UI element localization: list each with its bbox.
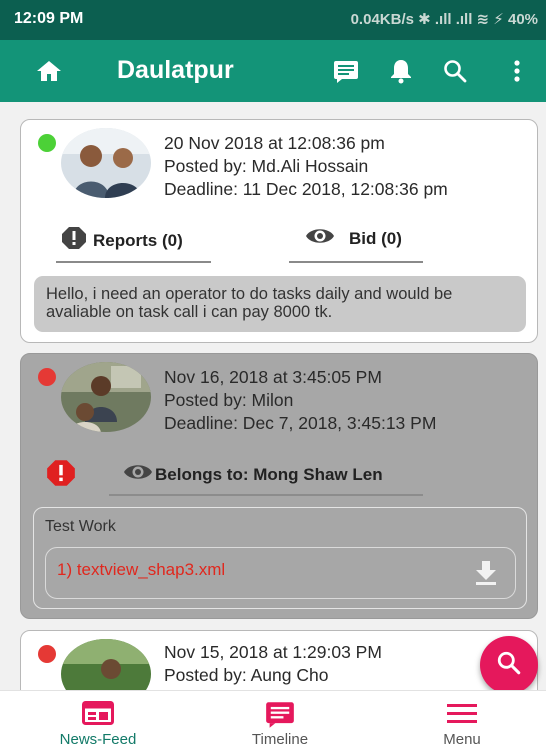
bottom-nav: News-Feed Timeline Menu [0, 690, 546, 751]
attachment-file-name[interactable]: 1) textview_shap3.xml [57, 560, 225, 580]
post-date: 20 Nov 2018 at 12:08:36 pm [164, 133, 385, 153]
status-dot [38, 645, 56, 663]
belongs-to-label: Belongs to: Mong Shaw Len [155, 464, 383, 484]
post-card[interactable]: Nov 16, 2018 at 3:45:05 PM Posted by: Mi… [20, 353, 538, 619]
message-icon[interactable] [329, 54, 363, 88]
nav-label-menu: Menu [443, 731, 481, 748]
attachment-file-row[interactable]: 1) textview_shap3.xml [45, 547, 516, 599]
reports-button[interactable]: Reports (0) [61, 226, 183, 255]
more-vertical-icon[interactable] [500, 54, 534, 88]
menu-icon [447, 703, 477, 730]
news-feed: 20 Nov 2018 at 12:08:36 pm Posted by: Md… [0, 102, 546, 690]
post-description: Hello, i need an operator to do tasks da… [34, 276, 526, 332]
post-date: Nov 16, 2018 at 3:45:05 PM [164, 367, 382, 387]
bid-button[interactable]: Bid (0) [305, 226, 402, 251]
nav-item-news-feed[interactable]: News-Feed [28, 691, 168, 751]
attachment-title: Test Work [45, 518, 116, 535]
home-icon[interactable] [32, 54, 66, 88]
timeline-icon [265, 701, 295, 734]
search-icon[interactable] [438, 54, 472, 88]
newsfeed-icon [82, 701, 114, 730]
post-author: Posted by: Md.Ali Hossain [164, 156, 369, 176]
bid-label: Bid (0) [349, 228, 402, 248]
belongs-underline [109, 494, 423, 496]
report-icon [61, 226, 87, 255]
post-card[interactable]: 20 Nov 2018 at 12:08:36 pm Posted by: Md… [20, 119, 538, 343]
search-fab[interactable] [480, 636, 538, 694]
avatar[interactable] [61, 639, 151, 690]
bell-icon[interactable] [384, 54, 418, 88]
nav-item-menu[interactable]: Menu [392, 691, 532, 751]
nav-label-news-feed: News-Feed [59, 731, 137, 748]
post-author: Posted by: Aung Cho [164, 665, 329, 685]
eye-icon [305, 226, 335, 251]
avatar[interactable] [61, 128, 151, 198]
post-date: Nov 15, 2018 at 1:29:03 PM [164, 642, 382, 662]
reports-label: Reports (0) [93, 230, 183, 250]
status-indicators: 0.04KB/s ✱ .ıll .ıll ≋ ⚡ 40% [350, 11, 538, 28]
post-deadline: Deadline: Dec 7, 2018, 3:45:13 PM [164, 413, 437, 433]
post-author: Posted by: Milon [164, 390, 294, 410]
status-time: 12:09 PM [14, 10, 84, 27]
status-dot [38, 368, 56, 386]
post-card[interactable]: Nov 15, 2018 at 1:29:03 PM Posted by: Au… [20, 630, 538, 690]
attachment-box: Test Work 1) textview_shap3.xml [33, 507, 527, 609]
nav-label-timeline: Timeline [251, 731, 309, 748]
post-deadline: Deadline: 11 Dec 2018, 12:08:36 pm [164, 179, 448, 199]
reports-underline [56, 261, 211, 263]
search-icon [496, 650, 522, 681]
belongs-to: Belongs to: Mong Shaw Len [123, 462, 383, 487]
avatar[interactable] [61, 362, 151, 432]
nav-item-timeline[interactable]: Timeline [210, 691, 350, 751]
bid-underline [289, 261, 423, 263]
report-alert-icon[interactable] [46, 459, 76, 492]
status-bar: 12:09 PM 0.04KB/s ✱ .ıll .ıll ≋ ⚡ 40% [0, 0, 546, 40]
status-dot [38, 134, 56, 152]
download-icon[interactable] [475, 560, 497, 591]
eye-icon [123, 462, 153, 487]
app-bar: Daulatpur [0, 40, 546, 102]
page-title: Daulatpur [117, 56, 234, 84]
